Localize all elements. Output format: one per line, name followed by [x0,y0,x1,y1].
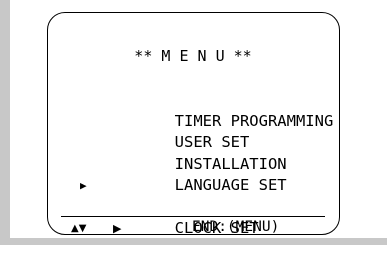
menu-item-timer-programming[interactable]: TIMER PROGRAMMING [100,89,334,130]
menu-title: ** M E N U ** [134,47,252,65]
menu-list: TIMER PROGRAMMING USER SET INSTALLATION … [80,89,334,238]
menu-item-installation[interactable]: INSTALLATION [100,132,333,173]
menu-item-language-set[interactable]: LANGUAGE SET [100,154,333,194]
left-gray-bar [0,0,10,245]
right-arrow-icon: ▶ [113,222,122,235]
end-menu-hint: END:(MENU) [192,219,280,235]
menu-footer: ▲▼ ▶ END:(MENU) [48,219,338,243]
menu-item-clock-set[interactable]: ▶ CLOCK SET [80,175,333,237]
menu-item-user-set[interactable]: USER SET [100,111,333,151]
footer-divider [61,216,325,217]
osd-menu-panel: ** M E N U ** TIMER PROGRAMMING USER SET… [47,12,340,238]
selection-cursor-icon: ▶ [80,179,87,192]
up-down-arrows-icon: ▲▼ [71,223,87,234]
menu-screenshot: ** M E N U ** TIMER PROGRAMMING USER SET… [0,0,387,245]
